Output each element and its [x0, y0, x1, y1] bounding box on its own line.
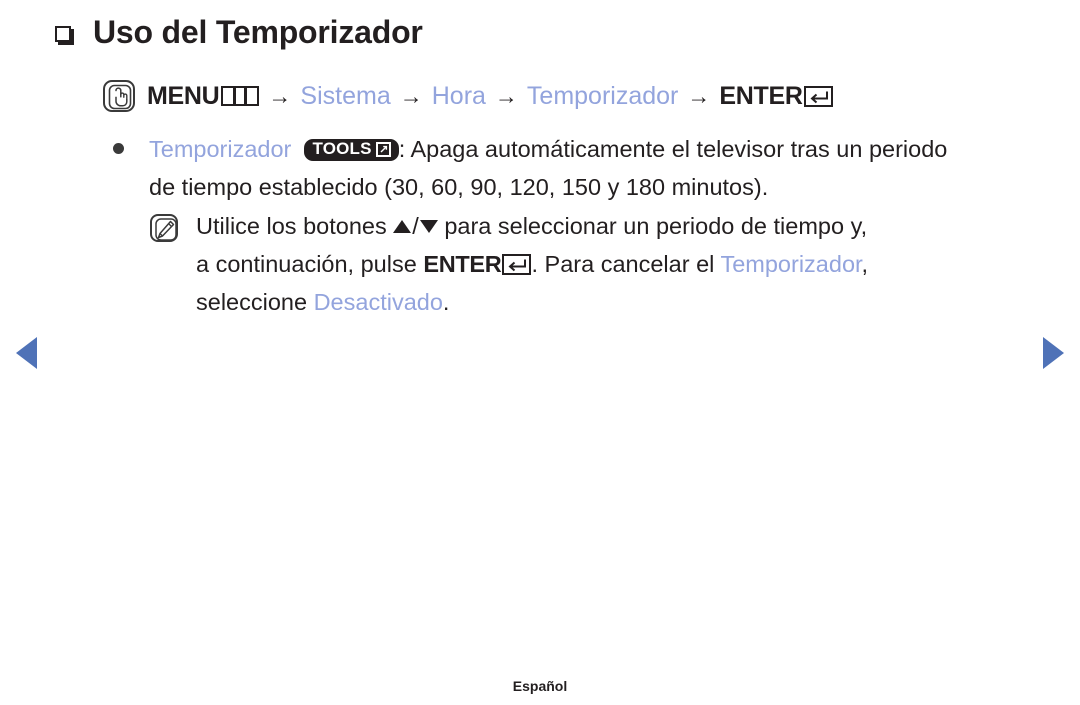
- menu-button-label: MENU: [147, 81, 220, 110]
- arrow-separator: /: [412, 213, 419, 239]
- path-step-timer[interactable]: Temporizador: [527, 82, 678, 111]
- path-step-time[interactable]: Hora: [432, 82, 486, 111]
- enter-button-label: ENTER: [719, 81, 803, 110]
- hand-press-icon: [103, 80, 135, 112]
- prev-page-arrow[interactable]: [16, 337, 37, 369]
- path-arrow-2: →: [399, 82, 423, 109]
- note-text-after-arrows: para seleccionar un periodo de tiempo y,: [444, 213, 868, 239]
- page-title-row: Uso del Temporizador: [55, 14, 423, 51]
- note-line-3: seleccione Desactivado.: [196, 283, 1023, 321]
- page-title: Uso del Temporizador: [93, 14, 423, 50]
- square-bullet-icon: [55, 25, 75, 46]
- return-key-icon: [803, 85, 833, 107]
- tools-badge: TOOLS: [304, 138, 399, 161]
- feature-description-line2: de tiempo establecido (30, 60, 90, 120, …: [149, 174, 769, 200]
- language-footer: Español: [512, 678, 568, 694]
- path-arrow-1: →: [268, 82, 292, 109]
- arrow-up-icon: [393, 220, 412, 233]
- note-line2-part3: ,: [861, 251, 869, 277]
- round-bullet-icon: [113, 143, 124, 154]
- return-key-icon: [502, 254, 532, 275]
- note-line3-highlight: Desactivado: [313, 289, 443, 315]
- tools-badge-label: TOOLS: [312, 139, 372, 158]
- path-arrow-4: →: [687, 82, 711, 109]
- note-item: Utilice los botones / para seleccionar u…: [103, 207, 1023, 321]
- path-arrow-3: →: [494, 82, 518, 109]
- content-body: Temporizador TOOLS : Apaga automáticament…: [103, 130, 1023, 321]
- menu-cells-icon: [221, 86, 260, 106]
- arrow-down-icon: [419, 220, 438, 233]
- timer-description-item: Temporizador TOOLS : Apaga automáticament…: [103, 130, 1023, 206]
- note-line3-part1: seleccione: [196, 289, 308, 315]
- note-enter-label: ENTER: [423, 251, 502, 277]
- note-line2-highlight: Temporizador: [720, 251, 862, 277]
- note-pencil-icon: [150, 214, 178, 242]
- feature-description-line1: : Apaga automáticamente el televisor tra…: [398, 136, 948, 162]
- note-line2-part2: . Para cancelar el: [531, 251, 715, 277]
- menu-path-breadcrumb: MENU → Sistema → Hora → Temporizador → E…: [103, 80, 833, 112]
- path-step-system[interactable]: Sistema: [300, 82, 390, 111]
- note-line-2: a continuación, pulse ENTER . Para cancel…: [196, 245, 1023, 283]
- arrow-out-of-box-icon: [375, 141, 391, 157]
- note-text-before-arrows: Utilice los botones: [196, 213, 387, 239]
- note-line2-part1: a continuación, pulse: [196, 251, 417, 277]
- feature-name: Temporizador: [149, 136, 292, 162]
- note-line3-part2: .: [442, 289, 450, 315]
- next-page-arrow[interactable]: [1043, 337, 1064, 369]
- manual-page: Uso del Temporizador MENU → Sistema → Ho…: [0, 0, 1080, 705]
